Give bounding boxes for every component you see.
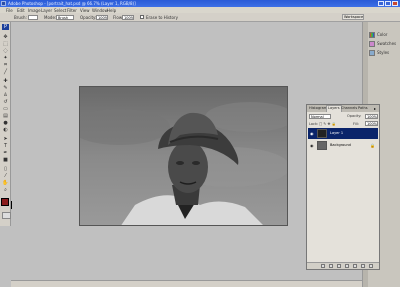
magic-wand-icon[interactable]: ✦ — [2, 55, 9, 61]
layer-row-background[interactable]: ◉ Background 🔒 — [308, 140, 378, 151]
marquee-icon[interactable]: ⬚ — [2, 41, 9, 47]
flow-input[interactable]: 100% — [122, 15, 134, 20]
maximize-button[interactable] — [385, 1, 391, 6]
erase-history-checkbox[interactable] — [140, 15, 144, 19]
window-title: Adobe Photoshop - [portrait_hat.psd @ 66… — [8, 1, 136, 6]
eyedropper-icon[interactable]: ⁄ — [2, 173, 9, 179]
lock-icon: 🔒 — [370, 143, 375, 148]
opacity-input[interactable]: 100% — [96, 15, 108, 20]
layer-thumbnail — [317, 141, 327, 150]
blur-icon[interactable]: ● — [2, 120, 9, 126]
crop-icon[interactable]: ⌗ — [2, 62, 9, 68]
styles-icon — [369, 50, 375, 56]
layer-opacity-label: Opacity: — [347, 114, 362, 118]
color-panel-label: Color — [377, 32, 388, 37]
mode-select[interactable]: Brush — [56, 15, 74, 20]
tab-channels[interactable]: Channels — [340, 106, 358, 110]
layer-thumbnail — [317, 129, 327, 138]
layer-style-icon[interactable] — [329, 264, 333, 268]
layers-panel: Histogram Layers Channels Paths ▸ Normal… — [306, 104, 380, 270]
lasso-icon[interactable]: ◌ — [2, 48, 9, 54]
brush-icon[interactable]: ✎ — [2, 85, 9, 91]
toolbox: P ✥ ⬚ ◌ ✦ ⌗ ╱ ✚ ✎ ♙ ↺ ▭ ▤ ● ◐ ➤ T ✒ ■ ▯ … — [0, 22, 12, 226]
layer-row-selected[interactable]: ◉ Layer 1 — [308, 128, 378, 139]
clone-stamp-icon[interactable]: ♙ — [2, 92, 9, 98]
hand-icon[interactable]: ✋ — [2, 180, 9, 186]
title-bar: Adobe Photoshop - [portrait_hat.psd @ 66… — [0, 0, 400, 7]
document-canvas[interactable] — [79, 86, 288, 226]
lock-icons[interactable]: □ ✎ ✥ 🔒 — [319, 122, 336, 126]
status-bar — [11, 280, 362, 287]
swatches-panel-button[interactable]: Swatches — [369, 41, 396, 48]
path-selection-icon[interactable]: ➤ — [2, 136, 9, 142]
mode-label: Mode: — [44, 15, 57, 20]
move-icon[interactable]: ✥ — [2, 34, 9, 40]
trash-icon[interactable] — [369, 264, 373, 268]
layers-panel-footer — [307, 262, 379, 269]
history-brush-icon[interactable]: ↺ — [2, 99, 9, 105]
workspace-button[interactable]: Workspace — [342, 14, 364, 20]
layer-mask-icon[interactable] — [337, 264, 341, 268]
minimize-button[interactable] — [378, 1, 384, 6]
visibility-eye-icon[interactable]: ◉ — [310, 131, 315, 136]
shape-icon[interactable]: ■ — [2, 157, 9, 163]
foreground-color-swatch[interactable] — [1, 198, 9, 206]
link-layers-icon[interactable] — [321, 264, 325, 268]
panel-menu-icon[interactable]: ▸ — [374, 106, 376, 111]
type-icon[interactable]: T — [2, 143, 9, 149]
zoom-icon[interactable]: ⌕ — [2, 187, 9, 193]
brush-picker[interactable] — [28, 15, 38, 20]
new-layer-icon[interactable] — [361, 264, 365, 268]
eraser-icon[interactable]: ▭ — [2, 106, 9, 112]
dodge-icon[interactable]: ◐ — [2, 127, 9, 133]
visibility-eye-icon[interactable]: ◉ — [310, 143, 315, 148]
color-icon — [369, 32, 375, 38]
close-button[interactable] — [392, 1, 398, 6]
healing-icon[interactable]: ✚ — [2, 78, 9, 84]
fill-label: Fill: — [353, 122, 359, 126]
swatches-icon — [369, 41, 375, 47]
color-panel-button[interactable]: Color — [369, 32, 387, 39]
options-bar: Brush: Mode: Brush Opacity: 100% Flow: 1… — [0, 13, 400, 22]
swatches-panel-label: Swatches — [377, 41, 397, 46]
lock-label: Lock: — [309, 122, 319, 126]
layer-name: Layer 1 — [330, 131, 344, 135]
adjustment-layer-icon[interactable] — [345, 264, 349, 268]
ps-logo-icon[interactable]: P — [2, 24, 9, 30]
quick-mask-icon[interactable] — [2, 212, 11, 219]
layers-panel-tabs: Histogram Layers Channels Paths ▸ — [307, 105, 379, 112]
blend-mode-select[interactable]: Normal — [309, 114, 331, 119]
fill-input[interactable]: 100% — [365, 121, 378, 126]
gradient-icon[interactable]: ▤ — [2, 113, 9, 119]
pen-icon[interactable]: ✒ — [2, 150, 9, 156]
brush-label: Brush: — [14, 15, 27, 20]
layer-opacity-input[interactable]: 100% — [365, 114, 378, 119]
styles-panel-label: Styles — [377, 50, 390, 55]
opacity-label: Opacity: — [80, 15, 97, 20]
photoshop-icon — [1, 1, 6, 6]
new-group-icon[interactable] — [353, 264, 357, 268]
styles-panel-button[interactable]: Styles — [369, 50, 389, 57]
slice-icon[interactable]: ╱ — [2, 69, 9, 75]
layer-name: Background — [330, 143, 351, 147]
tab-paths[interactable]: Paths — [357, 106, 369, 110]
portrait-photo — [80, 87, 287, 225]
notes-icon[interactable]: ▯ — [2, 166, 9, 172]
erase-history-label: Erase to History — [146, 15, 178, 20]
